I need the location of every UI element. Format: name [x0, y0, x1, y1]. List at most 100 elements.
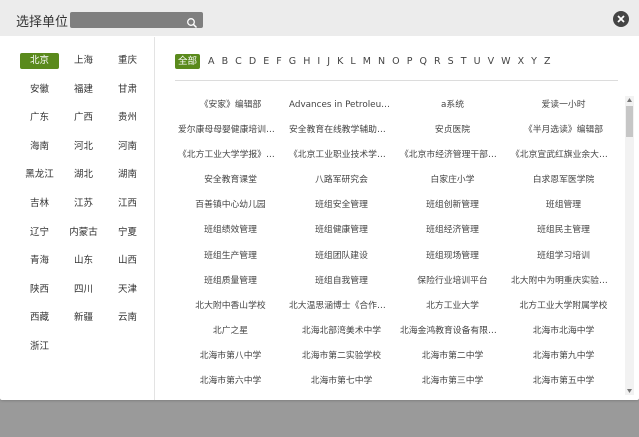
letter-filter-item[interactable]: L — [350, 54, 355, 69]
unit-item[interactable]: 班组健康管理 — [286, 222, 397, 247]
unit-item[interactable]: 北方工业大学 — [397, 298, 508, 323]
province-item[interactable]: 新疆 — [64, 310, 103, 326]
unit-item[interactable]: 保险行业培训平台 — [397, 273, 508, 298]
unit-item[interactable]: 《安家》编辑部 — [175, 97, 286, 122]
province-item[interactable]: 浙江 — [20, 339, 59, 355]
unit-item[interactable]: 《北京市经济管理干部学... — [397, 147, 508, 172]
unit-item[interactable]: 班组民主管理 — [508, 222, 619, 247]
unit-item[interactable]: 爱读一小时 — [508, 97, 619, 122]
province-item[interactable]: 北京 — [20, 53, 59, 69]
province-item[interactable]: 贵州 — [108, 110, 147, 126]
letter-filter-item[interactable]: Z — [544, 54, 551, 69]
unit-item[interactable]: 班组现场管理 — [397, 248, 508, 273]
province-item[interactable]: 辽宁 — [20, 225, 59, 241]
letter-filter-item[interactable]: B — [222, 54, 229, 69]
search-input[interactable] — [74, 12, 182, 28]
unit-item[interactable]: 班组经济管理 — [397, 222, 508, 247]
letter-filter-item[interactable]: T — [461, 54, 467, 69]
unit-list-scrollbar[interactable] — [625, 96, 634, 395]
unit-item[interactable]: 班组绩效管理 — [175, 222, 286, 247]
unit-item[interactable]: 《北京工业职业技术学院... — [286, 147, 397, 172]
province-item[interactable]: 西藏 — [20, 310, 59, 326]
unit-item[interactable]: 北大附中为明重庆实验学校 — [508, 273, 619, 298]
letter-filter-item[interactable]: H — [303, 54, 310, 69]
province-item[interactable]: 山西 — [108, 253, 147, 269]
unit-item[interactable]: 北海市第三中学 — [397, 373, 508, 398]
unit-item[interactable]: 班组管理 — [508, 197, 619, 222]
unit-item[interactable]: 《半月选读》编辑部 — [508, 122, 619, 147]
unit-item[interactable]: 班组团队建设 — [286, 248, 397, 273]
province-item[interactable]: 宁夏 — [108, 225, 147, 241]
letter-filter-item[interactable]: K — [337, 54, 343, 69]
unit-item[interactable]: 北海市第八中学 — [175, 348, 286, 373]
letter-filter-item[interactable]: F — [276, 54, 281, 69]
unit-item[interactable]: 北海市第九中学 — [508, 348, 619, 373]
search-icon[interactable] — [186, 14, 198, 29]
province-item[interactable]: 河南 — [108, 139, 147, 155]
unit-item[interactable]: 北广之星 — [175, 323, 286, 348]
province-item[interactable]: 湖北 — [64, 167, 103, 183]
letter-filter-item[interactable]: Q — [419, 54, 426, 69]
unit-item[interactable]: 北海市第二中学 — [397, 348, 508, 373]
unit-item[interactable]: 白求恩军医学院 — [508, 172, 619, 197]
scroll-down-icon[interactable] — [625, 387, 634, 395]
unit-item[interactable]: 北方工业大学附属学校 — [508, 298, 619, 323]
letter-filter-all[interactable]: 全部 — [175, 54, 201, 69]
province-item[interactable]: 黑龙江 — [20, 167, 59, 183]
letter-filter-item[interactable]: W — [501, 54, 510, 69]
letter-filter-item[interactable]: Y — [531, 54, 537, 69]
letter-filter-item[interactable]: E — [263, 54, 269, 69]
province-item[interactable]: 河北 — [64, 139, 103, 155]
unit-item[interactable]: 安全教育在线教学辅助系统 — [286, 122, 397, 147]
letter-filter-item[interactable]: P — [407, 54, 413, 69]
letter-filter-item[interactable]: G — [289, 54, 296, 69]
unit-item[interactable]: 《北方工业大学学报》编... — [175, 147, 286, 172]
province-item[interactable]: 江西 — [108, 196, 147, 212]
letter-filter-item[interactable]: A — [208, 54, 215, 69]
unit-item[interactable]: 北大温思涵博士《合作学... — [286, 298, 397, 323]
letter-filter-item[interactable]: N — [378, 54, 385, 69]
province-item[interactable]: 陕西 — [20, 282, 59, 298]
unit-item[interactable]: 班组学习培训 — [508, 248, 619, 273]
province-item[interactable]: 上海 — [64, 53, 103, 69]
unit-item[interactable]: 安贞医院 — [397, 122, 508, 147]
unit-item[interactable]: 北海市第七中学 — [286, 373, 397, 398]
unit-item[interactable]: 北海市第六中学 — [175, 373, 286, 398]
province-item[interactable]: 海南 — [20, 139, 59, 155]
province-item[interactable]: 内蒙古 — [64, 225, 103, 241]
letter-filter-item[interactable]: D — [249, 54, 256, 69]
province-item[interactable]: 山东 — [64, 253, 103, 269]
unit-item[interactable]: 安全教育课堂 — [175, 172, 286, 197]
letter-filter-item[interactable]: R — [434, 54, 441, 69]
province-item[interactable]: 四川 — [64, 282, 103, 298]
unit-item[interactable]: 百善镇中心幼儿园 — [175, 197, 286, 222]
province-item[interactable]: 安徽 — [20, 82, 59, 98]
unit-item[interactable]: 班组质量管理 — [175, 273, 286, 298]
province-item[interactable]: 吉林 — [20, 196, 59, 212]
unit-item[interactable]: 班组生产管理 — [175, 248, 286, 273]
unit-item[interactable]: 爱尔康母母婴健康培训中心 — [175, 122, 286, 147]
scroll-up-icon[interactable] — [625, 96, 634, 104]
unit-item[interactable]: 北海市第五中学 — [508, 373, 619, 398]
unit-item[interactable]: a系统 — [397, 97, 508, 122]
letter-filter-item[interactable]: M — [363, 54, 371, 69]
unit-item[interactable]: 北海市北海中学 — [508, 323, 619, 348]
letter-filter-item[interactable]: X — [518, 54, 525, 69]
letter-filter-item[interactable]: V — [488, 54, 495, 69]
unit-item[interactable]: 班组创新管理 — [397, 197, 508, 222]
letter-filter-item[interactable]: U — [474, 54, 481, 69]
letter-filter-item[interactable]: J — [327, 54, 330, 69]
province-item[interactable]: 重庆 — [108, 53, 147, 69]
province-item[interactable]: 天津 — [108, 282, 147, 298]
province-item[interactable]: 青海 — [20, 253, 59, 269]
province-item[interactable]: 广东 — [20, 110, 59, 126]
unit-item[interactable]: 八路军研究会 — [286, 172, 397, 197]
unit-item[interactable]: 北大附中香山学校 — [175, 298, 286, 323]
unit-item[interactable]: Advances in Petroleum ... — [286, 97, 397, 122]
province-item[interactable]: 福建 — [64, 82, 103, 98]
unit-item[interactable]: 北海市第二实验学校 — [286, 348, 397, 373]
letter-filter-item[interactable]: O — [392, 54, 399, 69]
unit-item[interactable]: 北海金鸿教育设备有限公司 — [397, 323, 508, 348]
letter-filter-item[interactable]: S — [448, 54, 454, 69]
province-item[interactable]: 广西 — [64, 110, 103, 126]
